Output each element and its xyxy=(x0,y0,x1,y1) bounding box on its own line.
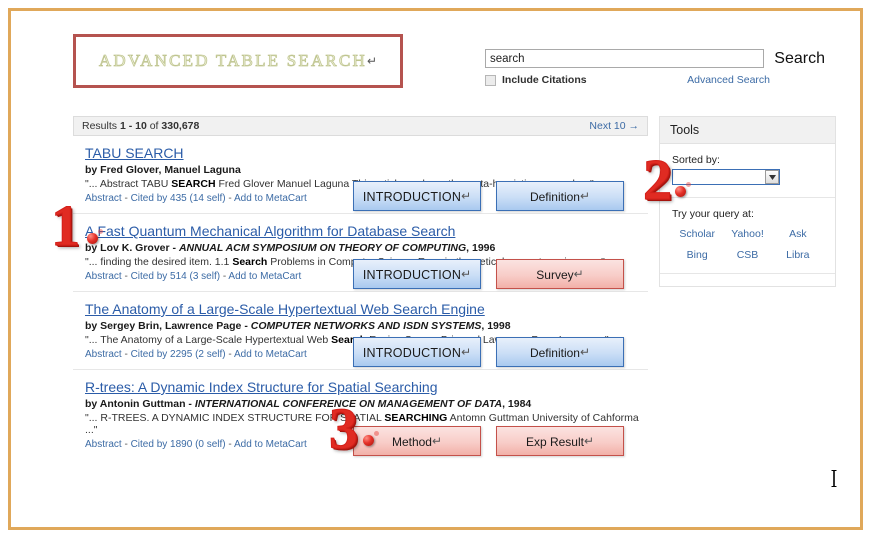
engine-link-ask[interactable]: Ask xyxy=(773,228,823,240)
result-title-link[interactable]: TABU SEARCH xyxy=(85,145,184,161)
result-authors: by Antonin Guttman - INTERNATIONAL CONFE… xyxy=(85,398,532,410)
results-total: 330,678 xyxy=(161,120,200,132)
text-cursor-icon xyxy=(829,469,839,489)
app-title-box: ADVANCED TABLE SEARCH↵ xyxy=(73,34,403,88)
snippet-highlight: SEARCHING xyxy=(384,412,448,424)
engine-link-scholar[interactable]: Scholar xyxy=(672,228,722,240)
divider xyxy=(660,197,835,198)
tag-button-introduction[interactable]: INTRODUCTION↵ xyxy=(353,181,481,211)
tag-button-exp-result[interactable]: Exp Result↵ xyxy=(496,426,624,456)
page-frame: ADVANCED TABLE SEARCH↵ Search Include Ci… xyxy=(8,8,863,530)
result-item: R-trees: A Dynamic Index Structure for S… xyxy=(73,370,648,458)
result-item: The Anatomy of a Large-Scale Hypertextua… xyxy=(73,292,648,370)
engine-links: Scholar Yahoo! Ask Bing CSB Libra xyxy=(672,228,823,261)
chevron-down-icon[interactable] xyxy=(765,170,779,184)
page-title: ADVANCED TABLE SEARCH↵ xyxy=(98,51,378,71)
result-tag-row: INTRODUCTION↵ Definition↵ xyxy=(353,181,624,211)
divider xyxy=(660,273,835,274)
tag-button-introduction[interactable]: INTRODUCTION↵ xyxy=(353,337,481,367)
results-count: Results 1 - 10 of 330,678 xyxy=(82,120,200,132)
add-to-metacart-link[interactable]: Add to MetaCart xyxy=(234,193,307,204)
snippet-highlight: Search xyxy=(232,256,268,268)
engine-link-libra[interactable]: Libra xyxy=(773,249,823,261)
tag-button-introduction[interactable]: INTRODUCTION↵ xyxy=(353,259,481,289)
result-authors: by Fred Glover, Manuel Laguna xyxy=(85,164,241,176)
masthead: ADVANCED TABLE SEARCH↵ Search Include Ci… xyxy=(11,11,860,111)
result-title-link[interactable]: The Anatomy of a Large-Scale Hypertextua… xyxy=(85,301,485,317)
tools-panel-header: Tools xyxy=(660,117,835,144)
snippet-highlight: SEARCH xyxy=(171,178,216,190)
try-query-label: Try your query at: xyxy=(672,208,754,220)
results-header-bar: Results 1 - 10 of 330,678 Next 10 → xyxy=(73,116,648,136)
abstract-link[interactable]: Abstract xyxy=(85,193,122,204)
add-to-metacart-link[interactable]: Add to MetaCart xyxy=(234,439,307,450)
tag-button-method[interactable]: Method↵ xyxy=(353,426,481,456)
include-citations-checkbox[interactable] xyxy=(485,74,496,86)
result-venue: INTERNATIONAL CONFERENCE ON MANAGEMENT O… xyxy=(194,398,503,410)
abstract-link[interactable]: Abstract xyxy=(85,349,122,360)
add-to-metacart-link[interactable]: Add to MetaCart xyxy=(228,271,301,282)
sorted-by-label: Sorted by: xyxy=(672,154,720,166)
tag-button-survey[interactable]: Survey↵ xyxy=(496,259,624,289)
abstract-link[interactable]: Abstract xyxy=(85,271,122,282)
abstract-link[interactable]: Abstract xyxy=(85,439,122,450)
result-item: A Fast Quantum Mechanical Algorithm for … xyxy=(73,214,648,292)
result-venue: COMPUTER NETWORKS AND ISDN SYSTEMS xyxy=(250,320,482,332)
sorted-by-select[interactable] xyxy=(672,169,780,185)
engine-link-yahoo[interactable]: Yahoo! xyxy=(722,228,772,240)
result-authors: by Lov K. Grover - ANNUAL ACM SYMPOSIUM … xyxy=(85,242,496,254)
cited-by-link[interactable]: Cited by 435 (14 self) xyxy=(131,193,226,204)
results-range: 1 - 10 xyxy=(119,120,147,132)
result-tag-row: INTRODUCTION↵ Survey↵ xyxy=(353,259,624,289)
tools-panel: Tools Sorted by: Try your query at: Scho… xyxy=(659,116,836,287)
results-panel: Results 1 - 10 of 330,678 Next 10 → TABU… xyxy=(73,116,648,458)
result-tag-row: Method↵ Exp Result↵ xyxy=(353,426,624,456)
result-tag-row: INTRODUCTION↵ Definition↵ xyxy=(353,337,624,367)
pilcrow-mark: ↵ xyxy=(367,54,378,68)
engine-link-csb[interactable]: CSB xyxy=(722,249,772,261)
tag-button-definition[interactable]: Definition↵ xyxy=(496,337,624,367)
include-citations-label: Include Citations xyxy=(502,74,587,86)
engine-link-bing[interactable]: Bing xyxy=(672,249,722,261)
add-to-metacart-link[interactable]: Add to MetaCart xyxy=(234,349,307,360)
result-venue: ANNUAL ACM SYMPOSIUM ON THEORY OF COMPUT… xyxy=(178,242,467,254)
result-item: TABU SEARCH by Fred Glover, Manuel Lagun… xyxy=(73,136,648,214)
result-title-link[interactable]: R-trees: A Dynamic Index Structure for S… xyxy=(85,379,438,395)
result-authors: by Sergey Brin, Lawrence Page - COMPUTER… xyxy=(85,320,511,332)
search-bar: Search Include Citations Advanced Search xyxy=(485,49,825,86)
search-input[interactable] xyxy=(485,49,765,68)
tag-button-definition[interactable]: Definition↵ xyxy=(496,181,624,211)
result-title-link[interactable]: A Fast Quantum Mechanical Algorithm for … xyxy=(85,223,455,239)
search-button[interactable]: Search xyxy=(774,50,825,67)
cited-by-link[interactable]: Cited by 2295 (2 self) xyxy=(131,349,226,360)
cited-by-link[interactable]: Cited by 514 (3 self) xyxy=(131,271,221,282)
advanced-search-link[interactable]: Advanced Search xyxy=(687,74,770,86)
cited-by-link[interactable]: Cited by 1890 (0 self) xyxy=(131,439,226,450)
next-page-link[interactable]: Next 10 → xyxy=(589,120,639,132)
